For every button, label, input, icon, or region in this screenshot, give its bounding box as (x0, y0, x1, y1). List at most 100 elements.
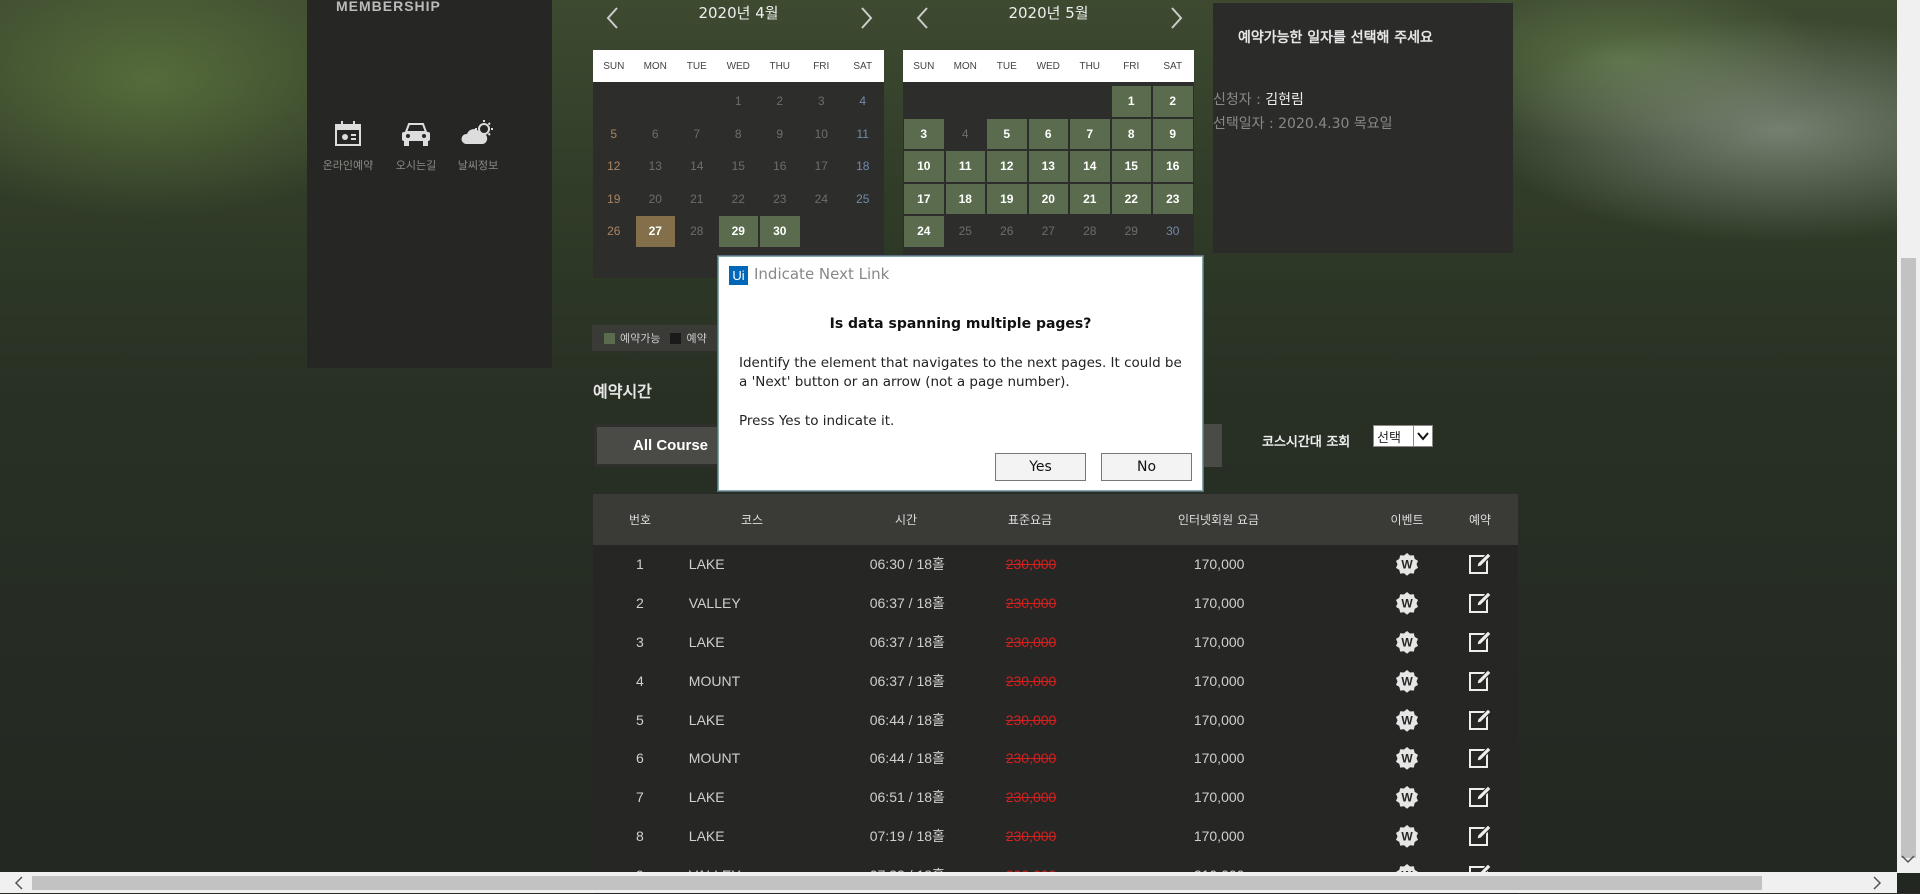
calendar-blank-cell (904, 86, 944, 117)
calendar-month-title: 2020년 5월 (1008, 4, 1089, 22)
next-month-button[interactable] (856, 6, 876, 30)
calendar-day[interactable]: 20 (1028, 183, 1068, 214)
calendar-day: 24 (814, 191, 828, 206)
calendar-day[interactable]: 12 (987, 151, 1027, 182)
calendar-day[interactable]: 22 (1111, 183, 1151, 214)
calendar-day[interactable]: 10 (904, 151, 944, 182)
cell-time: 06:44 / 18홀 (869, 711, 945, 728)
event-icon[interactable]: W (1372, 824, 1442, 848)
weekday-label: MON (643, 60, 667, 72)
calendar-day[interactable]: 21 (1070, 183, 1110, 214)
cell-number: 8 (636, 827, 644, 844)
cell-standard-fee: 230,000 (1005, 711, 1057, 728)
calendar-day: 15 (731, 159, 745, 174)
calendar-day[interactable]: 13 (1028, 151, 1068, 182)
calendar-header: 2020년 4월 (593, 0, 884, 44)
cell-internet-fee: 170,000 (1193, 672, 1245, 689)
svg-text:W: W (1402, 635, 1414, 649)
scroll-down-button[interactable] (1899, 850, 1917, 868)
calendar-day: 6 (651, 126, 659, 141)
vertical-scrollbar[interactable] (1897, 0, 1920, 873)
weekday-label: TUE (686, 60, 707, 72)
calendar-day[interactable]: 5 (987, 118, 1027, 149)
cell-standard-fee: 230,000 (1005, 789, 1057, 806)
calendar-day: 25 (856, 191, 870, 206)
reserve-edit-icon[interactable] (1442, 707, 1518, 732)
table-row: 6 MOUNT 06:44 / 18홀 230,000 170,000 W (593, 739, 1518, 778)
no-button[interactable]: No (1101, 453, 1192, 481)
calendar-day[interactable]: 27 (635, 216, 675, 247)
yes-button[interactable]: Yes (995, 453, 1086, 481)
calendar-day[interactable]: 2 (1153, 86, 1193, 117)
calendar-day[interactable]: 11 (945, 151, 985, 182)
selection-prompt: 예약가능한 일자를 선택해 주세요 (1238, 30, 1433, 46)
cell-time: 06:51 / 18홀 (869, 789, 945, 806)
reserve-edit-icon[interactable] (1442, 591, 1518, 615)
calendar-day[interactable]: 3 (904, 118, 944, 149)
calendar-month-title: 2020년 4월 (698, 4, 779, 22)
calendar-day[interactable]: 24 (904, 216, 944, 247)
table-row: 8 LAKE 07:19 / 18홀 230,000 170,000 W (593, 817, 1518, 856)
cell-time: 06:37 / 18홀 (869, 595, 945, 612)
quick-link-directions[interactable]: 오시는길 (381, 120, 451, 173)
calendar-day[interactable]: 6 (1028, 118, 1068, 149)
calendar-day[interactable]: 1 (1111, 86, 1151, 117)
calendar-day[interactable]: 19 (987, 183, 1027, 214)
reserve-edit-icon[interactable] (1442, 552, 1518, 576)
membership-title: MEMBERSHIP (336, 0, 441, 14)
selected-date-line: 선택일자 : 2020.4.30 목요일 (1213, 113, 1392, 133)
legend-label-other: 예약 (686, 332, 707, 345)
dialog-message: Identify the element that navigates to t… (739, 355, 1182, 390)
reserve-edit-icon[interactable] (1442, 785, 1518, 809)
event-icon[interactable]: W (1372, 591, 1442, 615)
calendar-day: 14 (690, 159, 704, 174)
calendar-day[interactable]: 16 (1153, 151, 1193, 182)
reserve-edit-icon[interactable] (1442, 669, 1518, 693)
calendar-day[interactable]: 29 (718, 216, 758, 247)
cell-course: MOUNT (688, 672, 741, 689)
calendar-day[interactable]: 18 (945, 183, 985, 214)
weekday-label: THU (1079, 60, 1101, 72)
scroll-right-button[interactable] (1868, 874, 1886, 892)
quick-link-online-reservation[interactable]: 온라인예약 (313, 120, 383, 173)
event-icon[interactable]: W (1372, 630, 1442, 654)
applicant-label: 신청자 : (1213, 92, 1261, 108)
cell-course: LAKE (688, 556, 725, 573)
selected-date-label: 선택일자 : (1213, 116, 1274, 132)
calendar-day[interactable]: 9 (1153, 118, 1193, 149)
cell-time: 07:19 / 18홀 (869, 827, 945, 844)
calendar-legend: 예약가능 예약 (592, 325, 734, 351)
calendar-day[interactable]: 8 (1111, 118, 1151, 149)
next-month-button[interactable] (1166, 6, 1186, 30)
calendar-day[interactable]: 7 (1070, 118, 1110, 149)
reserve-edit-icon[interactable] (1442, 746, 1518, 770)
cell-number: 5 (636, 711, 644, 728)
scroll-left-button[interactable] (10, 874, 28, 892)
timeband-label: 코스시간대 조회 (1262, 435, 1351, 450)
event-icon[interactable]: W (1372, 552, 1442, 577)
horizontal-scrollbar[interactable] (0, 872, 1897, 893)
weekday-label: SAT (853, 60, 873, 72)
calendar-day[interactable]: 17 (904, 183, 944, 214)
calendar-day[interactable]: 15 (1111, 151, 1151, 182)
event-icon[interactable]: W (1372, 785, 1442, 809)
event-icon[interactable]: W (1372, 669, 1442, 693)
event-icon[interactable]: W (1372, 708, 1442, 732)
svg-text:W: W (1402, 752, 1414, 766)
reserve-edit-icon[interactable] (1442, 824, 1518, 848)
calendar-day[interactable]: 23 (1153, 183, 1193, 214)
cell-course: LAKE (688, 711, 725, 728)
quick-link-weather[interactable]: 날씨정보 (443, 120, 513, 173)
weekday-label: TUE (996, 60, 1017, 72)
horizontal-scroll-thumb[interactable] (32, 876, 1762, 890)
cell-standard-fee: 230,000 (1005, 672, 1057, 689)
vertical-scroll-thumb[interactable] (1901, 258, 1916, 858)
calendar-day[interactable]: 14 (1070, 151, 1110, 182)
calendar-day: 9 (776, 126, 784, 141)
calendar-blank-cell (594, 86, 634, 117)
cell-time: 06:37 / 18홀 (869, 633, 945, 650)
event-icon[interactable]: W (1372, 746, 1442, 771)
timeband-select[interactable]: 선택 (1373, 425, 1433, 447)
calendar-day[interactable]: 30 (760, 216, 800, 247)
reserve-edit-icon[interactable] (1442, 630, 1518, 654)
